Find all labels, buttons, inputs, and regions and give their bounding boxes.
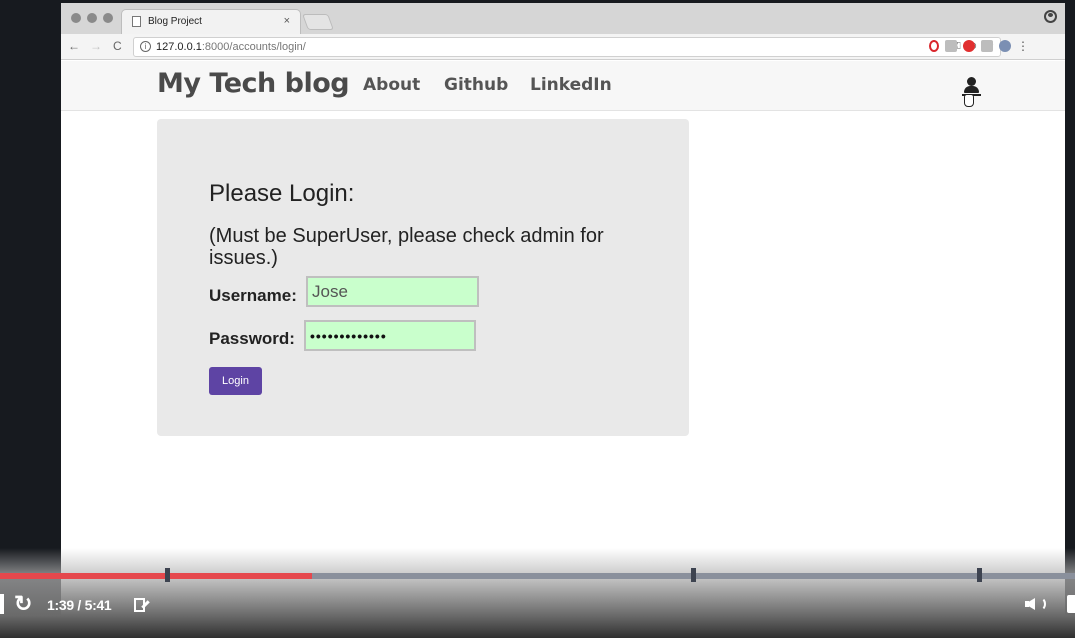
browser-tabstrip: Blog Project × [61, 3, 1065, 34]
hand-cursor-icon [964, 94, 974, 107]
profile-icon[interactable] [1044, 10, 1057, 23]
play-button[interactable] [0, 594, 4, 614]
forward-button[interactable]: → [90, 39, 102, 53]
password-input[interactable] [304, 320, 476, 351]
site-navbar: My Tech blog About Github LinkedIn [61, 61, 1065, 111]
address-bar[interactable]: i 127.0.0.1:8000/accounts/login/ ⚿ ⊕ ☆ [133, 37, 1001, 57]
video-frame: Blog Project × ← → C i 127.0.0.1:8000/ac… [61, 3, 1065, 628]
browser-tab[interactable]: Blog Project × [121, 9, 301, 34]
replay-icon[interactable]: ↻ [14, 591, 32, 617]
nav-link-linkedin[interactable]: LinkedIn [530, 75, 612, 95]
username-label: Username: [209, 286, 297, 305]
volume-icon[interactable] [1025, 594, 1049, 614]
tab-close-button[interactable]: × [284, 15, 290, 27]
nav-link-about[interactable]: About [363, 75, 420, 95]
url-host: 127.0.0.1 [156, 41, 202, 53]
extension-icon[interactable] [999, 40, 1011, 52]
user-icon-body [964, 86, 979, 93]
window-controls[interactable] [71, 13, 113, 23]
user-icon-head [967, 77, 976, 86]
new-tab-button[interactable] [302, 14, 334, 30]
url-text: 127.0.0.1:8000/accounts/login/ [156, 41, 306, 53]
volume-icon-wave [1034, 597, 1046, 611]
info-icon[interactable]: i [140, 41, 151, 52]
chapter-marker[interactable] [691, 568, 696, 582]
extension-icons: ⋮ [929, 40, 1029, 52]
back-button[interactable]: ← [68, 39, 80, 53]
notes-icon[interactable] [133, 597, 150, 613]
player-controls-background [0, 548, 1075, 638]
browser-toolbar: ← → C i 127.0.0.1:8000/accounts/login/ ⚿… [61, 34, 1065, 60]
login-card: Please Login: (Must be SuperUser, please… [157, 119, 689, 436]
adblock-icon[interactable] [963, 40, 975, 52]
chapter-marker[interactable] [165, 568, 170, 582]
nav-link-github[interactable]: Github [444, 75, 508, 95]
login-heading: Please Login: [209, 180, 355, 207]
time-display: 1:39 / 5:41 [47, 597, 112, 613]
url-path: :8000/accounts/login/ [201, 41, 306, 53]
progress-fill [0, 573, 312, 579]
settings-button[interactable] [1067, 595, 1075, 613]
login-button[interactable]: Login [209, 367, 262, 395]
reload-button[interactable]: C [113, 39, 122, 53]
password-label: Password: [209, 329, 295, 348]
opera-icon[interactable] [929, 40, 939, 52]
extension-icon[interactable] [981, 40, 993, 52]
minimize-window-button[interactable] [87, 13, 97, 23]
maximize-window-button[interactable] [103, 13, 113, 23]
page-icon [132, 16, 141, 27]
login-note: (Must be SuperUser, please check admin f… [209, 225, 604, 269]
tab-title: Blog Project [148, 16, 202, 27]
username-input[interactable] [306, 276, 479, 307]
progress-bar[interactable] [0, 573, 1075, 579]
extension-icon[interactable] [945, 40, 957, 52]
browser-menu-icon[interactable]: ⋮ [1017, 40, 1029, 52]
site-brand[interactable]: My Tech blog [157, 68, 350, 99]
close-window-button[interactable] [71, 13, 81, 23]
chapter-marker[interactable] [977, 568, 982, 582]
